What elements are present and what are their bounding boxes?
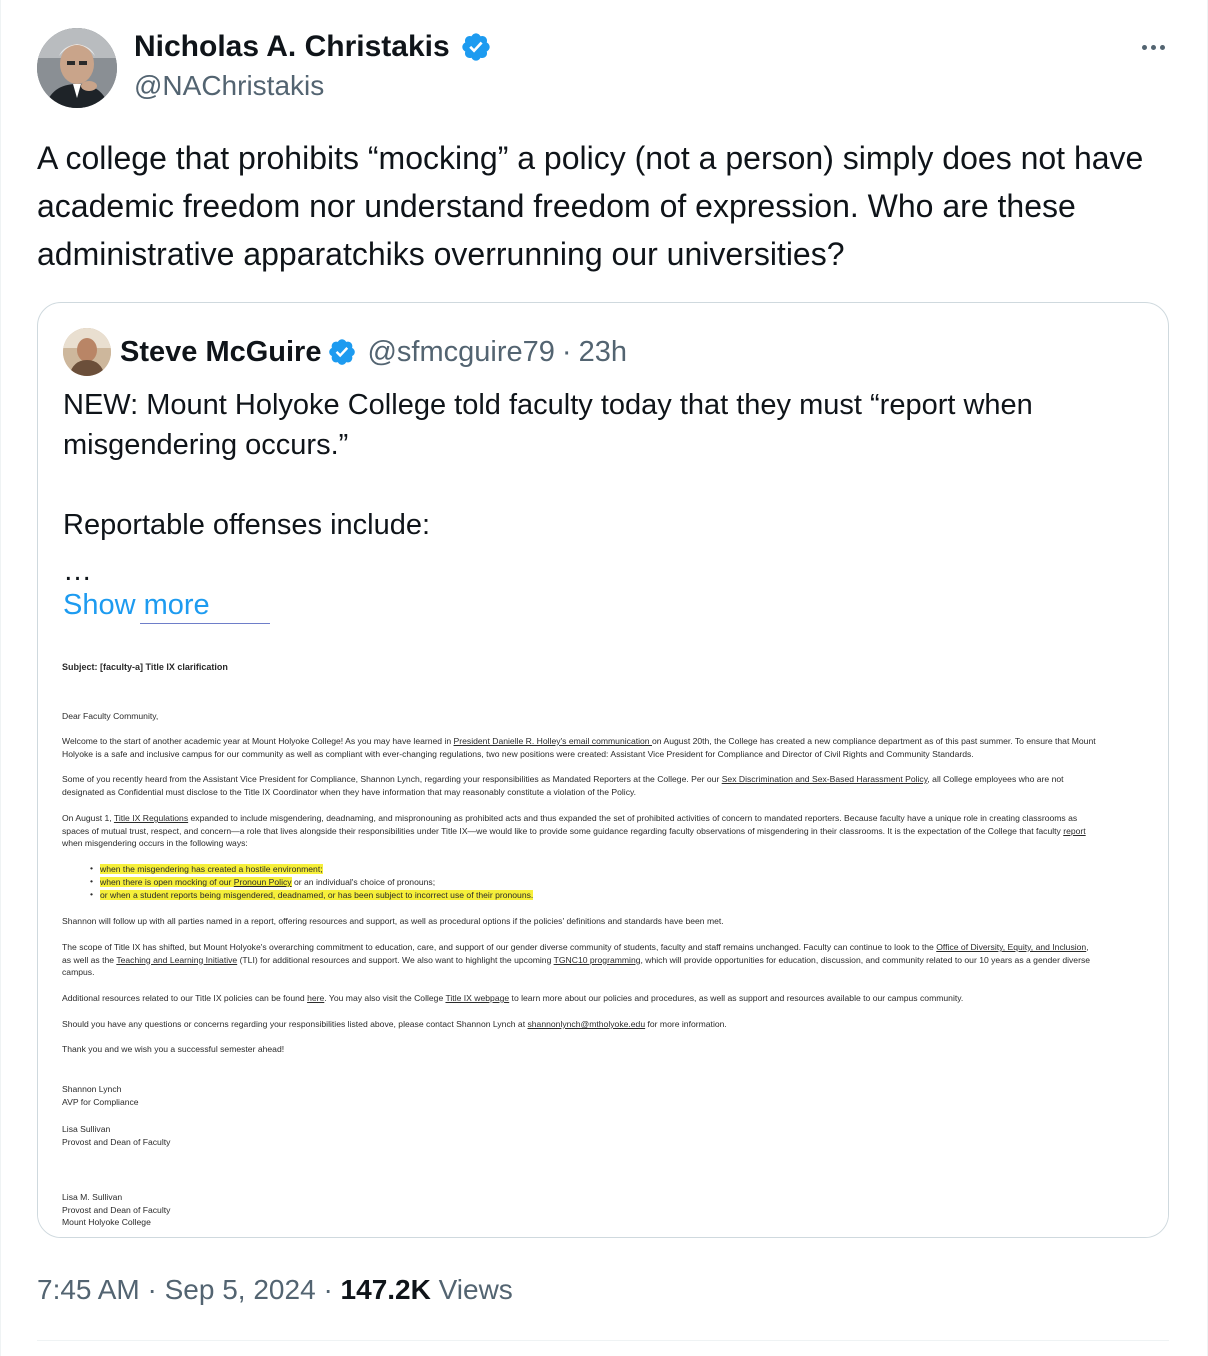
author-names: Nicholas A. Christakis @NAChristakis: [134, 28, 492, 106]
tweet-time[interactable]: 7:45 AM: [37, 1274, 140, 1305]
email-bullet-1: when the misgendering has created a host…: [100, 864, 323, 874]
quote-text-line1: NEW: Mount Holyoke College told faculty …: [63, 389, 1033, 461]
quote-author-handle[interactable]: @sfmcguire79: [367, 336, 554, 369]
tweet-header: Nicholas A. Christakis @NAChristakis: [37, 26, 1173, 108]
quote-header: Steve McGuire @sfmcguire79 · 23h: [63, 327, 627, 377]
email-bullet-3: or when a student reports being misgende…: [100, 890, 534, 900]
signature-3: Lisa M. Sullivan Provost and Dean of Fac…: [62, 1192, 171, 1228]
quote-text: NEW: Mount Holyoke College told faculty …: [63, 385, 1143, 545]
email-paragraph-4: Shannon will follow up with all parties …: [62, 916, 724, 926]
quote-attached-image[interactable]: Subject: [faculty-a] Title IX clarificat…: [38, 623, 1168, 1237]
email-closing: Thank you and we wish you a successful s…: [62, 1044, 285, 1054]
separator-dot: ·: [561, 335, 572, 368]
verified-badge-icon: [462, 33, 490, 61]
show-more-link[interactable]: Show more: [63, 585, 210, 625]
views-count: 147.2K: [340, 1274, 431, 1305]
signature-1: Shannon Lynch AVP for Compliance: [62, 1084, 139, 1107]
email-subject: Subject: [faculty-a] Title IX clarificat…: [62, 662, 228, 672]
tweet-date[interactable]: Sep 5, 2024: [165, 1274, 316, 1305]
email-paragraph-1: Welcome to the start of another academic…: [62, 736, 1096, 759]
author-handle[interactable]: @NAChristakis: [134, 66, 492, 106]
quote-timestamp[interactable]: 23h: [579, 336, 627, 369]
email-paragraph-2: Some of you recently heard from the Assi…: [62, 774, 1064, 797]
author-avatar[interactable]: [37, 28, 117, 108]
quote-author-avatar[interactable]: [63, 328, 111, 376]
quote-text-line2: Reportable offenses include:: [63, 509, 431, 541]
quote-verified-badge-icon: [329, 339, 356, 365]
views-label: Views: [438, 1274, 513, 1305]
tweet-meta: 7:45 AM · Sep 5, 2024 · 147.2K Views: [37, 1274, 513, 1305]
tweet-text: A college that prohibits “mocking” a pol…: [37, 140, 1144, 272]
more-options-icon[interactable]: [1133, 32, 1173, 62]
email-greeting: Dear Faculty Community,: [62, 711, 159, 721]
divider: [37, 1340, 1169, 1341]
email-paragraph-7: Should you have any questions or concern…: [62, 1019, 727, 1029]
quote-author-name[interactable]: Steve McGuire: [120, 336, 321, 369]
tweet-detail: Nicholas A. Christakis @NAChristakis A c…: [0, 0, 1208, 1356]
email-paragraph-5: The scope of Title IX has shifted, but M…: [62, 942, 1091, 978]
quote-tweet-card[interactable]: Steve McGuire @sfmcguire79 · 23h NEW: Mo…: [37, 302, 1169, 1238]
signature-2: Lisa Sullivan Provost and Dean of Facult…: [62, 1124, 171, 1147]
email-bullet-2: when there is open mocking of our Pronou…: [100, 877, 436, 887]
email-paragraph-3: On August 1, Title IX Regulations expand…: [62, 813, 1086, 849]
author-display-name[interactable]: Nicholas A. Christakis: [134, 28, 450, 66]
email-paragraph-6: Additional resources related to our Titl…: [62, 993, 964, 1003]
